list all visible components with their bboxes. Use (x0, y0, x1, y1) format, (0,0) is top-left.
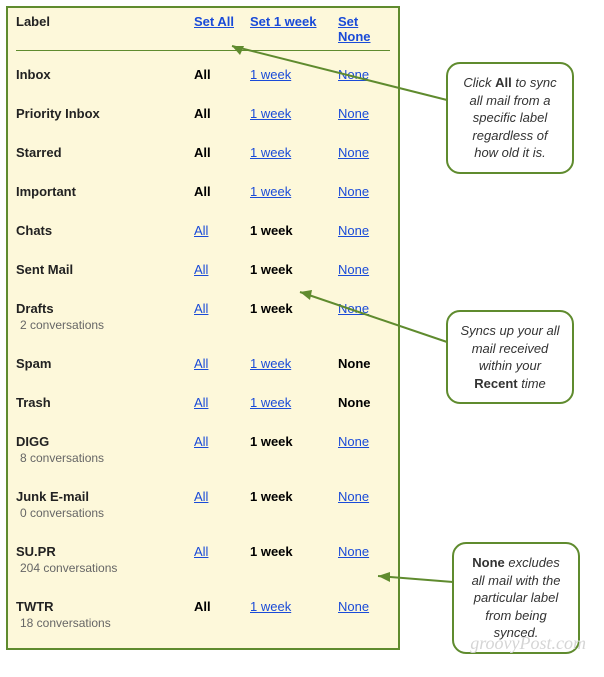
label-row: Junk E-mail0 conversationsAll 1 week None (16, 477, 390, 532)
option-week[interactable]: 1 week (250, 145, 291, 160)
label-name: Trash (16, 395, 194, 410)
option-week[interactable]: 1 week (250, 599, 291, 614)
label-row: Drafts2 conversationsAll 1 week None (16, 289, 390, 344)
option-week[interactable]: 1 week (250, 67, 291, 82)
option-all[interactable]: All (194, 262, 208, 277)
option-none[interactable]: None (338, 489, 369, 504)
label-row: InboxAll 1 week None (16, 55, 390, 94)
option-all[interactable]: All (194, 356, 208, 371)
label-name: DIGG (16, 434, 194, 449)
label-name: Sent Mail (16, 262, 194, 277)
set-1-week-link[interactable]: Set 1 week (250, 14, 317, 29)
option-none[interactable]: None (338, 434, 369, 449)
option-all[interactable]: All (194, 434, 208, 449)
label-subtext: 0 conversations (16, 504, 194, 520)
option-week: 1 week (250, 434, 293, 449)
option-all: All (194, 106, 211, 121)
option-all: All (194, 184, 211, 199)
label-name: TWTR (16, 599, 194, 614)
set-none-link[interactable]: Set None (338, 14, 371, 44)
label-subtext: 2 conversations (16, 316, 194, 332)
option-none[interactable]: None (338, 599, 369, 614)
label-name: Drafts (16, 301, 194, 316)
option-all[interactable]: All (194, 489, 208, 504)
option-week: 1 week (250, 262, 293, 277)
option-none[interactable]: None (338, 184, 369, 199)
option-week: 1 week (250, 223, 293, 238)
label-name: SU.PR (16, 544, 194, 559)
option-none[interactable]: None (338, 262, 369, 277)
option-week[interactable]: 1 week (250, 395, 291, 410)
label-subtext: 204 conversations (16, 559, 194, 575)
label-row: TWTR18 conversationsAll 1 week None (16, 587, 390, 642)
label-name: Priority Inbox (16, 106, 194, 121)
label-subtext: 18 conversations (16, 614, 194, 630)
set-all-link[interactable]: Set All (194, 14, 234, 29)
option-week: 1 week (250, 489, 293, 504)
header-label: Label (16, 14, 194, 29)
option-all: All (194, 599, 211, 614)
option-all[interactable]: All (194, 395, 208, 410)
option-none[interactable]: None (338, 301, 369, 316)
label-row: Sent MailAll 1 week None (16, 250, 390, 289)
label-row: Priority InboxAll 1 week None (16, 94, 390, 133)
option-week[interactable]: 1 week (250, 356, 291, 371)
sync-settings-panel: Label Set All Set 1 week Set None InboxA… (6, 6, 400, 650)
label-name: Important (16, 184, 194, 199)
label-name: Inbox (16, 67, 194, 82)
option-week[interactable]: 1 week (250, 106, 291, 121)
label-name: Chats (16, 223, 194, 238)
label-row: ImportantAll 1 week None (16, 172, 390, 211)
option-none[interactable]: None (338, 145, 369, 160)
label-row: SpamAll 1 week None (16, 344, 390, 383)
option-week: 1 week (250, 544, 293, 559)
label-row: SU.PR204 conversationsAll 1 week None (16, 532, 390, 587)
option-none[interactable]: None (338, 106, 369, 121)
option-none: None (338, 356, 371, 371)
callout-recent: Syncs up your all mail received within y… (446, 310, 574, 404)
header-row: Label Set All Set 1 week Set None (16, 14, 390, 51)
label-row: StarredAll 1 week None (16, 133, 390, 172)
option-none[interactable]: None (338, 544, 369, 559)
option-all[interactable]: All (194, 301, 208, 316)
option-none[interactable]: None (338, 223, 369, 238)
label-name: Spam (16, 356, 194, 371)
option-all: All (194, 145, 211, 160)
option-none: None (338, 395, 371, 410)
callout-all: Click All to sync all mail from a specif… (446, 62, 574, 174)
label-row: DIGG8 conversationsAll 1 week None (16, 422, 390, 477)
option-all[interactable]: All (194, 544, 208, 559)
option-none[interactable]: None (338, 67, 369, 82)
label-subtext: 8 conversations (16, 449, 194, 465)
label-name: Starred (16, 145, 194, 160)
label-row: TrashAll 1 week None (16, 383, 390, 422)
label-name: Junk E-mail (16, 489, 194, 504)
option-all: All (194, 67, 211, 82)
option-week[interactable]: 1 week (250, 184, 291, 199)
option-week: 1 week (250, 301, 293, 316)
label-row: ChatsAll 1 week None (16, 211, 390, 250)
callout-none: None excludes all mail with the particul… (452, 542, 580, 654)
option-all[interactable]: All (194, 223, 208, 238)
